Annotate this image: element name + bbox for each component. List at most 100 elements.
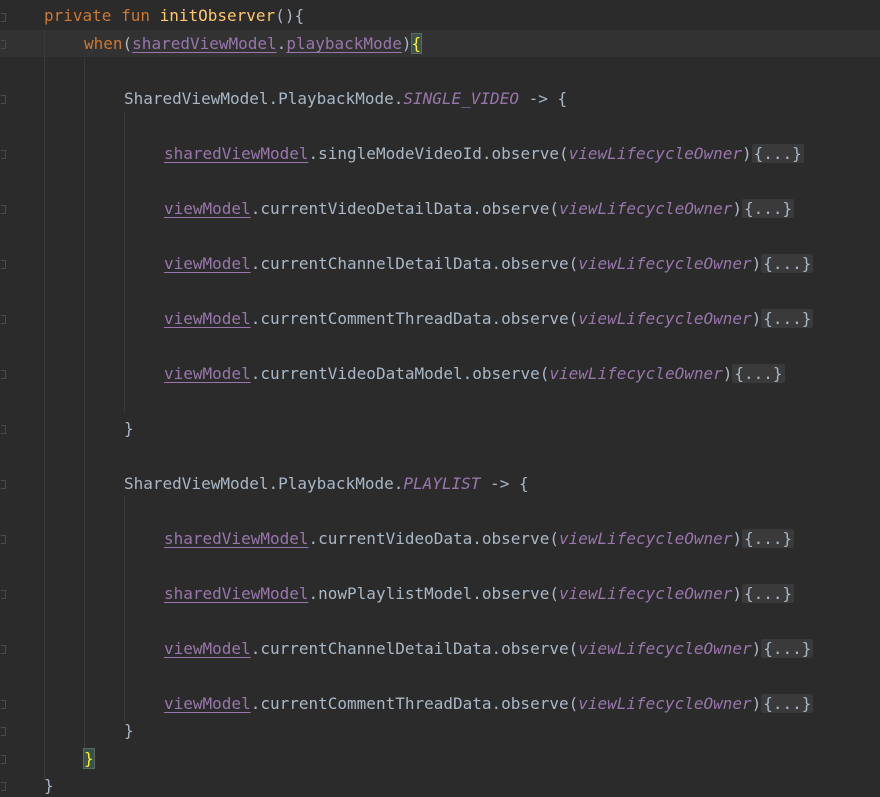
lifecycle-owner-ref[interactable]: viewLifecycleOwner (559, 584, 732, 603)
indent-guide (124, 112, 125, 412)
property-name[interactable]: currentCommentThreadData (260, 309, 491, 328)
code-line-observe[interactable]: sharedViewModel.nowPlaylistModel.observe… (164, 583, 795, 605)
code-line-observe[interactable]: viewModel.currentChannelDetailData.obser… (164, 253, 814, 275)
dot: . (308, 584, 319, 603)
code-editor[interactable]: private fun initObserver(){ when(sharedV… (0, 0, 880, 797)
code-line-function-declaration[interactable]: private fun initObserver(){ (44, 5, 304, 27)
matched-brace-open: { (410, 33, 423, 54)
indent-guide (124, 497, 125, 722)
lifecycle-owner-ref[interactable]: viewLifecycleOwner (559, 199, 732, 218)
receiver-ref[interactable]: viewModel (164, 639, 251, 658)
lifecycle-owner-ref[interactable]: viewLifecycleOwner (578, 309, 751, 328)
receiver-ref[interactable]: viewModel (164, 694, 251, 713)
indent-guide (84, 58, 85, 750)
paren-close: ) (751, 694, 762, 713)
paren-open: ( (122, 34, 133, 53)
folded-block-toggle[interactable]: {...} (742, 584, 795, 603)
property-name[interactable]: nowPlaylistModel (318, 584, 472, 603)
fold-marker-icon[interactable] (1, 645, 6, 654)
playback-mode-ref[interactable]: playbackMode (286, 34, 402, 53)
dot: . (250, 309, 261, 328)
indent-guide (44, 30, 45, 780)
fold-marker-icon[interactable] (1, 40, 6, 49)
observe-call: .observe( (481, 144, 569, 163)
function-name[interactable]: initObserver (160, 6, 276, 25)
dot: . (250, 254, 261, 273)
observe-call: .observe( (462, 364, 550, 383)
dot: . (308, 529, 319, 548)
code-line-observe[interactable]: viewModel.currentVideoDataModel.observe(… (164, 363, 785, 385)
fold-marker-icon[interactable] (1, 727, 6, 736)
fold-marker-icon[interactable] (1, 370, 6, 379)
code-line-observe[interactable]: viewModel.currentCommentThreadData.obser… (164, 308, 814, 330)
code-line-close-brace-when[interactable]: } (83, 748, 95, 770)
code-line-close-brace-function[interactable]: } (44, 775, 54, 797)
code-line-close-brace[interactable]: } (124, 720, 134, 742)
observe-call: .observe( (491, 309, 579, 328)
property-name[interactable]: currentVideoDetailData (260, 199, 472, 218)
lifecycle-owner-ref[interactable]: viewLifecycleOwner (578, 694, 751, 713)
code-line-close-brace[interactable]: } (124, 418, 134, 440)
code-line-observe[interactable]: viewModel.currentChannelDetailData.obser… (164, 638, 814, 660)
paren-close: ) (401, 34, 412, 53)
fold-marker-icon[interactable] (1, 700, 6, 709)
fold-marker-icon[interactable] (1, 13, 6, 22)
observe-call: .observe( (472, 199, 559, 218)
fold-marker-icon[interactable] (1, 755, 6, 764)
property-name[interactable]: singleModeVideoId (318, 144, 482, 163)
fold-marker-icon[interactable] (1, 535, 6, 544)
enum-playlist[interactable]: PLAYLIST (403, 474, 480, 493)
property-name[interactable]: currentChannelDetailData (260, 639, 491, 658)
code-line-observe[interactable]: sharedViewModel.singleModeVideoId.observ… (164, 143, 804, 165)
folded-block-toggle[interactable]: {...} (751, 144, 804, 163)
property-name[interactable]: currentChannelDetailData (260, 254, 491, 273)
receiver-ref[interactable]: viewModel (164, 309, 251, 328)
observe-call: .observe( (472, 529, 559, 548)
dot: . (250, 199, 261, 218)
shared-view-model-ref[interactable]: sharedViewModel (132, 34, 277, 53)
keyword-when: when (84, 34, 123, 53)
fold-marker-icon[interactable] (1, 150, 6, 159)
dot: . (250, 364, 261, 383)
receiver-ref[interactable]: viewModel (164, 199, 251, 218)
property-name[interactable]: currentVideoDataModel (260, 364, 462, 383)
fold-marker-icon[interactable] (1, 260, 6, 269)
folded-block-toggle[interactable]: {...} (761, 309, 814, 328)
receiver-ref[interactable]: sharedViewModel (164, 529, 309, 548)
fold-marker-icon[interactable] (1, 315, 6, 324)
dot: . (250, 694, 261, 713)
folded-block-toggle[interactable]: {...} (761, 694, 814, 713)
code-line-observe[interactable]: sharedViewModel.currentVideoData.observe… (164, 528, 795, 550)
receiver-ref[interactable]: viewModel (164, 254, 251, 273)
code-line-branch-playlist[interactable]: SharedViewModel.PlaybackMode.PLAYLIST ->… (124, 473, 529, 495)
lifecycle-owner-ref[interactable]: viewLifecycleOwner (569, 144, 742, 163)
folded-block-toggle[interactable]: {...} (742, 529, 795, 548)
paren-close: ) (732, 584, 742, 603)
property-name[interactable]: currentVideoData (318, 529, 472, 548)
fold-marker-icon[interactable] (1, 782, 6, 791)
enum-single-video[interactable]: SINGLE_VIDEO (403, 89, 519, 108)
property-name[interactable]: currentCommentThreadData (260, 694, 491, 713)
code-line-branch-single-video[interactable]: SharedViewModel.PlaybackMode.SINGLE_VIDE… (124, 88, 567, 110)
code-line-observe[interactable]: viewModel.currentVideoDetailData.observe… (164, 198, 795, 220)
fold-marker-icon[interactable] (1, 95, 6, 104)
receiver-ref[interactable]: viewModel (164, 364, 251, 383)
folded-block-toggle[interactable]: {...} (742, 199, 795, 218)
lifecycle-owner-ref[interactable]: viewLifecycleOwner (578, 639, 751, 658)
fold-marker-icon[interactable] (1, 425, 6, 434)
lifecycle-owner-ref[interactable]: viewLifecycleOwner (559, 529, 732, 548)
receiver-ref[interactable]: sharedViewModel (164, 144, 309, 163)
lifecycle-owner-ref[interactable]: viewLifecycleOwner (578, 254, 751, 273)
receiver-ref[interactable]: sharedViewModel (164, 584, 309, 603)
folded-block-toggle[interactable]: {...} (732, 364, 785, 383)
fold-marker-icon[interactable] (1, 480, 6, 489)
code-line-when[interactable]: when(sharedViewModel.playbackMode){ (84, 33, 423, 55)
folded-block-toggle[interactable]: {...} (761, 254, 814, 273)
paren-close: ) (722, 364, 733, 383)
paren-close: ) (732, 199, 742, 218)
fold-marker-icon[interactable] (1, 205, 6, 214)
code-line-observe[interactable]: viewModel.currentCommentThreadData.obser… (164, 693, 814, 715)
fold-marker-icon[interactable] (1, 590, 6, 599)
lifecycle-owner-ref[interactable]: viewLifecycleOwner (549, 364, 722, 383)
folded-block-toggle[interactable]: {...} (761, 639, 814, 658)
